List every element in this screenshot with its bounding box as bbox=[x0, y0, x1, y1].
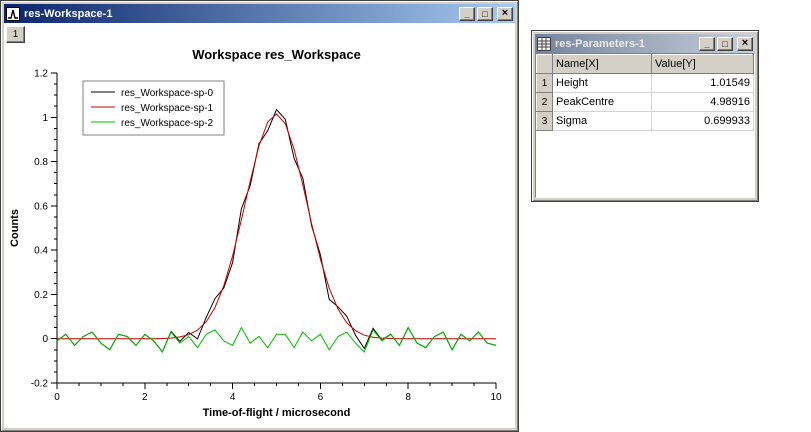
svg-text:-0.2: -0.2 bbox=[31, 379, 49, 390]
parameters-table-area: Name[X] Value[Y] 1 Height 1.01549 2 Peak… bbox=[535, 53, 755, 198]
legend: res_Workspace-sp-0 res_Workspace-sp-1 res_… bbox=[83, 81, 224, 135]
parameters-table: Name[X] Value[Y] 1 Height 1.01549 2 Peak… bbox=[536, 54, 754, 131]
series-fit bbox=[57, 114, 496, 339]
column-header-name[interactable]: Name[X] bbox=[553, 55, 652, 74]
table-row: 2 PeakCentre 4.98916 bbox=[537, 93, 754, 112]
workspace-window-controls: _ □ × bbox=[459, 7, 513, 21]
maximize-button[interactable]: □ bbox=[717, 37, 733, 51]
svg-text:res_Workspace-sp-2: res_Workspace-sp-2 bbox=[121, 118, 214, 129]
workspace-titlebar[interactable]: res-Workspace-1 _ □ × bbox=[4, 4, 515, 23]
workspace-window: res-Workspace-1 _ □ × 1 Workspace res_Wo… bbox=[0, 0, 519, 432]
svg-text:0: 0 bbox=[42, 334, 48, 345]
parameters-window-controls: _ □ × bbox=[699, 37, 753, 51]
param-name-cell[interactable]: Sigma bbox=[553, 112, 652, 131]
svg-text:0: 0 bbox=[54, 392, 60, 403]
x-axis-label: Time-of-flight / microsecond bbox=[203, 407, 351, 419]
svg-text:4: 4 bbox=[230, 392, 236, 403]
svg-text:0.4: 0.4 bbox=[34, 246, 48, 257]
table-icon bbox=[537, 37, 551, 51]
svg-text:8: 8 bbox=[405, 392, 411, 403]
maximize-button[interactable]: □ bbox=[477, 7, 493, 21]
svg-text:10: 10 bbox=[490, 392, 502, 403]
series-difference bbox=[57, 328, 496, 352]
row-header[interactable]: 2 bbox=[537, 93, 553, 112]
svg-text:0.2: 0.2 bbox=[34, 290, 48, 301]
close-button[interactable]: × bbox=[497, 7, 513, 21]
parameters-window: res-Parameters-1 _ □ × Name[X] Value[Y] … bbox=[531, 30, 759, 202]
table-header-row: Name[X] Value[Y] bbox=[537, 55, 754, 74]
svg-text:res_Workspace-sp-1: res_Workspace-sp-1 bbox=[121, 103, 214, 114]
svg-text:0.6: 0.6 bbox=[34, 201, 48, 212]
param-name-cell[interactable]: PeakCentre bbox=[553, 93, 652, 112]
parameters-titlebar[interactable]: res-Parameters-1 _ □ × bbox=[535, 34, 755, 53]
svg-text:1.2: 1.2 bbox=[34, 69, 48, 80]
corner-header-cell[interactable] bbox=[537, 55, 553, 74]
close-button[interactable]: × bbox=[737, 37, 753, 51]
param-value-cell[interactable]: 0.699933 bbox=[652, 112, 754, 131]
svg-text:res_Workspace-sp-0: res_Workspace-sp-0 bbox=[121, 88, 214, 99]
svg-text:1: 1 bbox=[42, 113, 48, 124]
minimize-button[interactable]: _ bbox=[459, 7, 475, 21]
plot-area: 1 Workspace res_Workspace Counts Time-of-f… bbox=[4, 23, 515, 428]
series-data bbox=[57, 110, 496, 352]
column-header-value[interactable]: Value[Y] bbox=[652, 55, 754, 74]
row-header[interactable]: 1 bbox=[537, 74, 553, 93]
table-row: 1 Height 1.01549 bbox=[537, 74, 754, 93]
param-name-cell[interactable]: Height bbox=[553, 74, 652, 93]
plot-window-icon bbox=[6, 7, 20, 21]
minimize-button[interactable]: _ bbox=[699, 37, 715, 51]
param-value-cell[interactable]: 1.01549 bbox=[652, 74, 754, 93]
workspace-window-title: res-Workspace-1 bbox=[24, 8, 457, 20]
param-value-cell[interactable]: 4.98916 bbox=[652, 93, 754, 112]
parameters-window-title: res-Parameters-1 bbox=[555, 38, 697, 50]
y-axis-label: Counts bbox=[9, 209, 21, 247]
svg-text:0.8: 0.8 bbox=[34, 157, 48, 168]
row-header[interactable]: 3 bbox=[537, 112, 553, 131]
chart-title: Workspace res_Workspace bbox=[192, 47, 361, 62]
svg-text:6: 6 bbox=[318, 392, 324, 403]
table-row: 3 Sigma 0.699933 bbox=[537, 112, 754, 131]
chart-canvas: Workspace res_Workspace Counts Time-of-fli… bbox=[4, 43, 513, 427]
svg-text:2: 2 bbox=[142, 392, 148, 403]
mdi-tab-1[interactable]: 1 bbox=[6, 26, 25, 43]
